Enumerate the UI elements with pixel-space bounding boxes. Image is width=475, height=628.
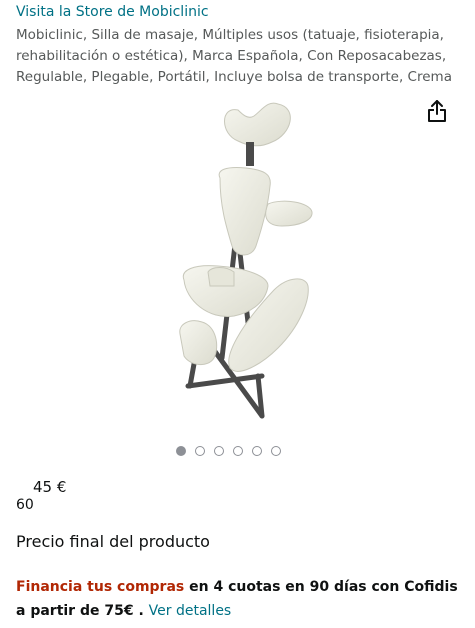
price: 45 € xyxy=(33,478,67,496)
carousel-dot[interactable] xyxy=(233,446,243,456)
carousel-dot[interactable] xyxy=(214,446,224,456)
financing-separator: . xyxy=(133,603,149,619)
carousel-dot[interactable] xyxy=(252,446,262,456)
carousel-dot[interactable] xyxy=(195,446,205,456)
image-carousel-dots xyxy=(176,446,281,456)
financing-link[interactable]: Financia tus compras xyxy=(16,579,184,595)
carousel-dot[interactable] xyxy=(176,446,186,456)
carousel-dot[interactable] xyxy=(271,446,281,456)
financing-info: Financia tus compras en 4 cuotas en 90 d… xyxy=(16,575,466,623)
store-link[interactable]: Visita la Store de Mobiclinic xyxy=(16,4,209,20)
share-button[interactable] xyxy=(424,97,450,125)
product-image[interactable] xyxy=(150,86,340,426)
product-title: Mobiclinic, Silla de masaje, Múltiples u… xyxy=(16,27,452,85)
final-price-label: Precio final del producto xyxy=(16,532,210,551)
details-link[interactable]: Ver detalles xyxy=(149,603,232,619)
price-secondary: 60 xyxy=(16,497,34,513)
share-icon xyxy=(428,100,446,122)
